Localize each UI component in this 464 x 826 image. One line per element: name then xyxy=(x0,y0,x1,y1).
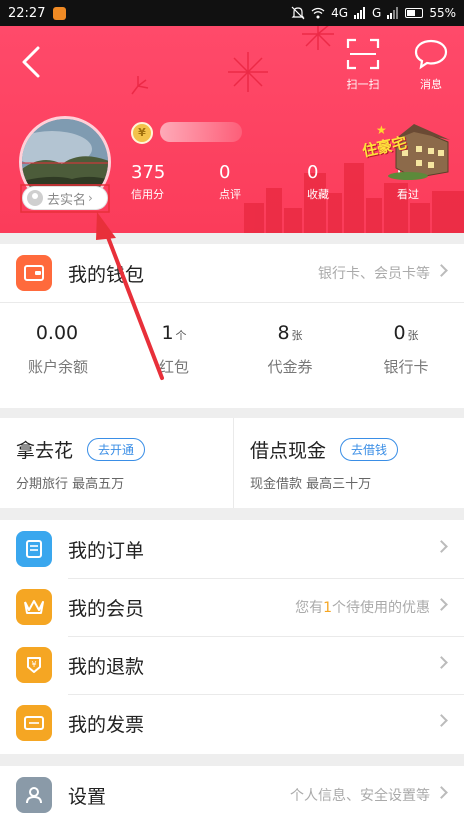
stat-value: 375 xyxy=(131,162,166,183)
wallet-label: 代金券 xyxy=(267,358,313,376)
loans-card: 拿去花 去开通 分期旅行 最高五万 借点现金 去借钱 现金借款 最高三十万 xyxy=(0,418,464,508)
refund-icon: ¥ xyxy=(16,647,52,683)
stat-credit-score[interactable]: 375 信用分 xyxy=(131,162,191,202)
stat-value: 0 xyxy=(219,162,231,183)
wallet-value: 0.00 xyxy=(35,322,79,344)
chevron-right-icon xyxy=(435,656,448,669)
menu-label: 我的订单 xyxy=(68,539,145,562)
chevron-right-icon xyxy=(435,714,448,727)
crown-icon xyxy=(16,589,52,625)
settings-hint: 个人信息、安全设置等 xyxy=(290,788,430,804)
stat-label: 点评 xyxy=(219,188,241,201)
membership-hint-pre: 您有 xyxy=(295,600,324,616)
user-icon xyxy=(27,190,43,206)
menu-label: 我的会员 xyxy=(68,597,145,620)
battery-icon xyxy=(405,8,424,18)
network-type: 4G xyxy=(331,6,349,20)
wallet-icon xyxy=(16,255,52,291)
wallet-vouchers[interactable]: 8张 代金券 xyxy=(232,304,348,392)
wallet-unit: 张 xyxy=(407,329,419,342)
wallet-unit: 个 xyxy=(175,329,187,342)
scan-button[interactable]: 扫一扫 xyxy=(338,38,388,96)
status-time: 22:27 xyxy=(8,5,46,21)
network-type-2: G xyxy=(372,6,382,20)
svg-text:¥: ¥ xyxy=(31,660,36,669)
stat-reviews[interactable]: 0 点评 xyxy=(219,162,279,202)
loan-title: 拿去花 xyxy=(16,440,74,462)
menu-item-membership[interactable]: 我的会员 您有1个待使用的优惠 xyxy=(0,578,464,636)
mute-icon xyxy=(291,6,305,20)
menu-label: 我的发票 xyxy=(68,713,145,736)
messages-button[interactable]: 消息 xyxy=(406,38,456,96)
wallet-value: 1 xyxy=(161,322,174,344)
member-level-icon: ¥ xyxy=(131,122,153,144)
wallet-label: 红包 xyxy=(158,358,189,376)
wallet-row[interactable]: 我的钱包 银行卡、会员卡等 xyxy=(0,244,464,302)
orders-icon xyxy=(16,531,52,567)
loan-item-cash[interactable]: 借点现金 去借钱 现金借款 最高三十万 xyxy=(234,418,464,508)
username-blurred xyxy=(160,122,242,142)
wallet-balance[interactable]: 0.00 账户余额 xyxy=(0,304,116,392)
settings-card: 设置 个人信息、安全设置等 xyxy=(0,766,464,826)
stat-label: 收藏 xyxy=(307,188,329,201)
profile-header: 扫一扫 消息 去实名 › ¥ 375 信用分 0 点评 0 收藏 0 看过 xyxy=(0,26,464,233)
wallet-value: 8 xyxy=(277,322,290,344)
menu-label: 设置 xyxy=(68,785,107,808)
stat-label: 看过 xyxy=(397,188,419,201)
chat-bubble-icon xyxy=(414,39,448,70)
membership-hint: 您有1个待使用的优惠 xyxy=(295,597,430,617)
battery-level: 55% xyxy=(429,6,456,20)
menu-item-settings[interactable]: 设置 个人信息、安全设置等 xyxy=(0,766,464,824)
wallet-card: 我的钱包 银行卡、会员卡等 0.00 账户余额 1个 红包 8张 代金券 0张 … xyxy=(0,244,464,408)
chevron-right-icon xyxy=(435,540,448,553)
chevron-right-icon xyxy=(435,264,448,277)
wallet-stats: 0.00 账户余额 1个 红包 8张 代金券 0张 银行卡 xyxy=(0,304,464,392)
loan-subtitle: 现金借款 最高三十万 xyxy=(250,477,372,492)
loan-title: 借点现金 xyxy=(250,440,327,462)
wallet-unit: 张 xyxy=(291,329,303,342)
menu-label: 我的退款 xyxy=(68,655,145,678)
invoice-icon xyxy=(16,705,52,741)
user-icon xyxy=(16,777,52,813)
menu-item-orders[interactable]: 我的订单 xyxy=(0,520,464,578)
menu-item-invoice[interactable]: 我的发票 xyxy=(0,694,464,752)
menu-item-refund[interactable]: ¥ 我的退款 xyxy=(0,636,464,694)
wallet-label: 银行卡 xyxy=(383,358,429,376)
menu-card: 我的订单 我的会员 您有1个待使用的优惠 ¥ 我的退款 我的发票 xyxy=(0,520,464,754)
chevron-left-icon xyxy=(22,46,40,78)
stat-label: 信用分 xyxy=(131,188,164,201)
loan-item-naquhua[interactable]: 拿去花 去开通 分期旅行 最高五万 xyxy=(0,418,233,508)
scan-icon xyxy=(346,38,380,70)
divider xyxy=(0,302,464,303)
scan-label: 扫一扫 xyxy=(346,78,380,91)
chevron-right-icon xyxy=(435,598,448,611)
verify-identity-label: 去实名 xyxy=(47,192,87,208)
membership-hint-count: 1 xyxy=(323,600,332,616)
status-bar: 22:27 4G G 55% xyxy=(0,0,464,26)
membership-hint-post: 个待使用的优惠 xyxy=(332,600,430,616)
signal-icon xyxy=(354,7,366,19)
wifi-icon xyxy=(311,7,325,19)
messages-label: 消息 xyxy=(420,78,442,91)
borrow-button[interactable]: 去借钱 xyxy=(340,438,399,461)
chevron-right-icon: › xyxy=(88,191,93,205)
notification-icon xyxy=(53,6,67,20)
wallet-hint: 银行卡、会员卡等 xyxy=(318,266,430,282)
activate-button[interactable]: 去开通 xyxy=(87,438,146,461)
wallet-bank-cards[interactable]: 0张 银行卡 xyxy=(348,304,464,392)
back-button[interactable] xyxy=(18,44,48,80)
wallet-label: 账户余额 xyxy=(27,358,88,376)
signal-icon-2 xyxy=(387,7,399,19)
wallet-red-packets[interactable]: 1个 红包 xyxy=(116,304,232,392)
verify-identity-button[interactable]: 去实名 › xyxy=(22,186,108,210)
wallet-value: 0 xyxy=(393,322,406,344)
wallet-title: 我的钱包 xyxy=(68,263,145,286)
loan-subtitle: 分期旅行 最高五万 xyxy=(16,477,125,492)
mansion-badge[interactable]: ★ 住豪宅 xyxy=(356,122,454,182)
status-indicators: 4G G 55% xyxy=(291,6,456,20)
chevron-right-icon xyxy=(435,786,448,799)
